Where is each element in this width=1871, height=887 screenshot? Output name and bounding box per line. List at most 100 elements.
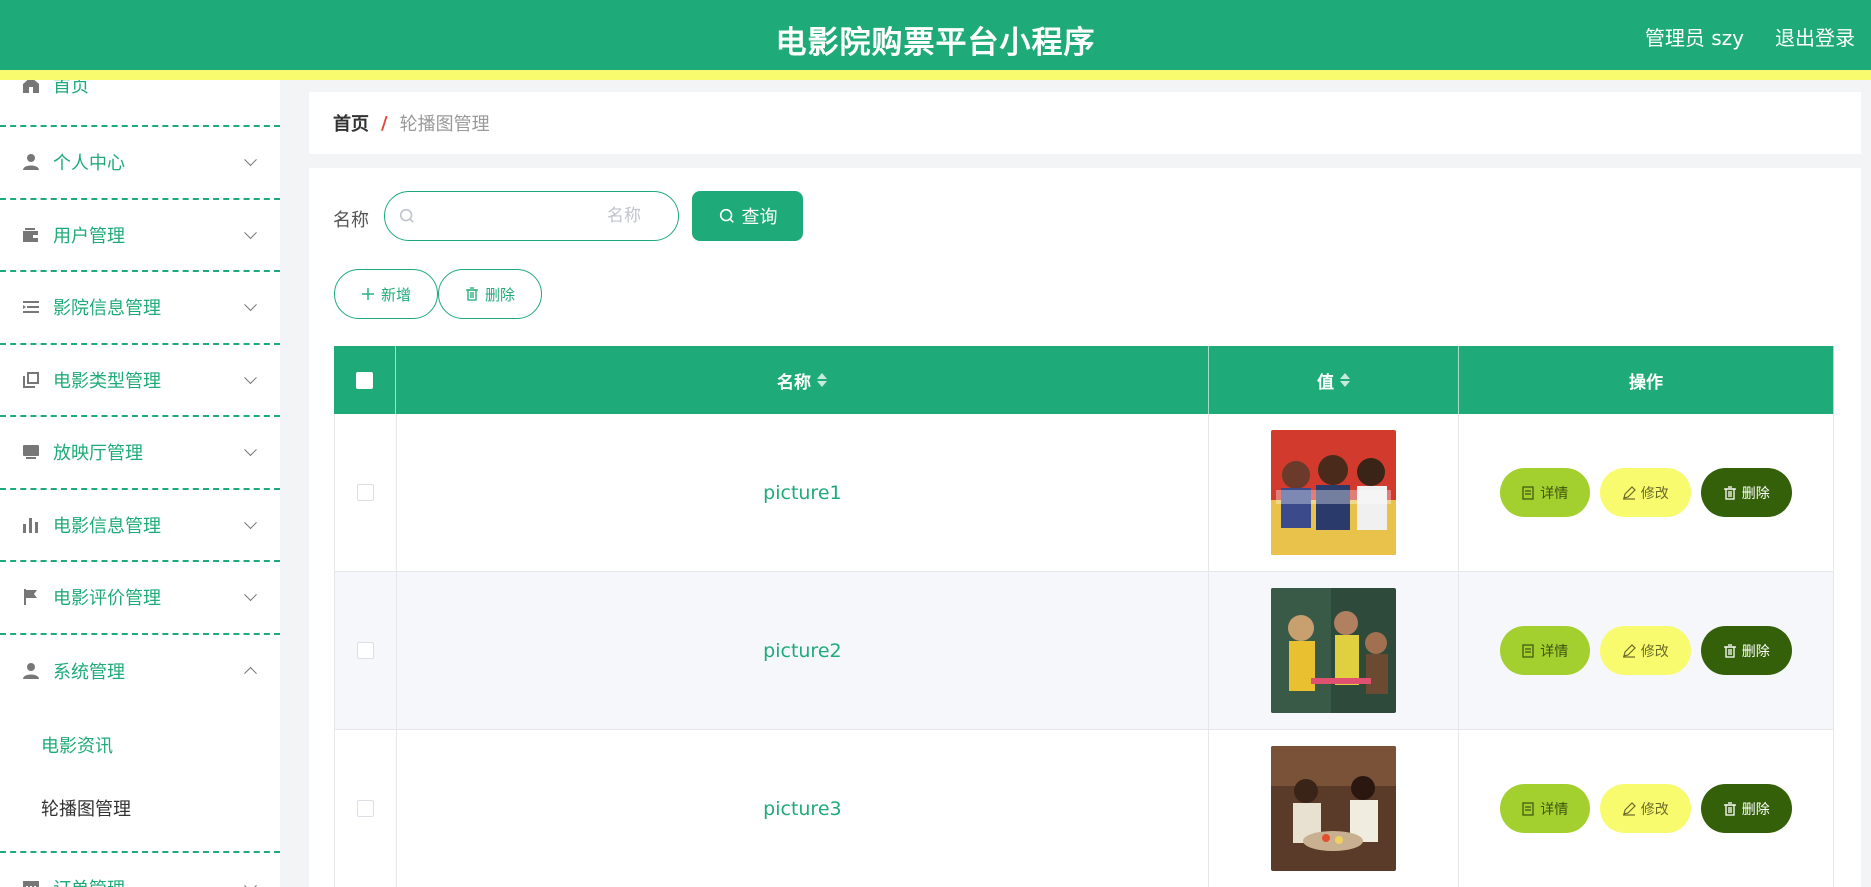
actions-cell: 详情 修改 删除 [1459,730,1834,887]
main-content: 名称 查询 新增 删除 名称 值 操作 [309,168,1861,887]
select-all-checkbox[interactable] [356,371,373,389]
trash-icon [1723,643,1736,658]
pencil-icon [1622,801,1636,816]
name-cell: picture2 [397,572,1209,729]
column-header-name[interactable]: 名称 [396,346,1209,414]
app-title: 电影院购票平台小程序 [775,25,1096,61]
copy-icon [21,370,41,390]
actions-cell: 详情 修改 删除 [1459,572,1834,729]
actions-cell: 详情 修改 删除 [1459,414,1834,571]
chevron-down-icon [244,879,257,887]
carousel-thumbnail[interactable] [1270,430,1396,555]
sidebar-item-label: 订单管理 [53,875,125,887]
chevron-down-icon [244,371,257,384]
column-header-label: 操作 [1629,372,1663,393]
sidebar-item-label: 用户管理 [53,225,125,247]
select-all-cell [334,346,396,414]
search-box[interactable] [384,191,679,241]
sidebar-subitem-carousel[interactable]: 轮播图管理 [0,778,280,841]
sidebar-item-label: 影院信息管理 [53,298,161,320]
column-header-value[interactable]: 值 [1209,346,1459,414]
sidebar-item-label: 系统管理 [53,661,125,683]
row-select-cell [335,414,397,571]
value-cell [1209,572,1459,729]
carousel-table: 名称 值 操作 picture1 详情 修改 删除 picture2 详情 修改… [334,346,1834,887]
delete-button-label: 删除 [1741,485,1770,502]
current-user: 管理员 szy [1644,26,1744,50]
sidebar-item-orders[interactable]: 订单管理 [0,853,280,887]
edit-button[interactable]: 修改 [1599,784,1691,833]
header-stripe [0,70,1871,80]
chevron-up-icon [244,666,257,680]
detail-button[interactable]: 详情 [1499,626,1590,675]
person-icon [21,152,41,172]
trash-icon [465,287,478,301]
table-row: picture2 详情 修改 删除 [334,572,1834,730]
breadcrumb: 首页 / 轮播图管理 [309,92,1861,154]
sidebar-subitem-movie-news[interactable]: 电影资讯 [0,715,280,778]
edit-button[interactable]: 修改 [1599,626,1691,675]
sidebar-item-label: 电影类型管理 [53,370,161,392]
batch-delete-button[interactable]: 删除 [438,269,542,319]
row-checkbox[interactable] [356,484,374,501]
search-icon [719,208,734,223]
sort-icon [1340,373,1350,387]
column-header-actions: 操作 [1459,346,1834,414]
delete-button[interactable]: 删除 [1700,468,1792,517]
delete-button[interactable]: 删除 [1700,784,1792,833]
batch-delete-label: 删除 [484,285,515,304]
query-button-label: 查询 [741,207,778,228]
search-input[interactable] [416,192,678,240]
edit-button[interactable]: 修改 [1599,468,1691,517]
sidebar-item-users[interactable]: 用户管理 [0,200,280,272]
sidebar-item-movie-types[interactable]: 电影类型管理 [0,345,280,417]
trash-icon [1723,801,1736,816]
sidebar-item-cinema-info[interactable]: 影院信息管理 [0,272,280,345]
value-cell [1209,414,1459,571]
table-header: 名称 值 操作 [334,346,1834,414]
column-header-label: 值 [1317,372,1334,393]
sidebar-item-movie-reviews[interactable]: 电影评价管理 [0,562,280,635]
sidebar-item-movie-info[interactable]: 电影信息管理 [0,490,280,562]
row-checkbox[interactable] [356,642,374,659]
sidebar-item-system[interactable]: 系统管理 [0,635,280,708]
wallet-icon [21,225,41,245]
list-icon [21,297,41,317]
monitor-icon [21,442,41,462]
sidebar-item-label: 首页 [53,80,89,97]
flag-icon [21,587,41,607]
sidebar-item-personal-center[interactable]: 个人中心 [0,127,280,200]
chevron-down-icon [244,443,257,457]
query-button[interactable]: 查询 [692,191,803,241]
document-icon [1522,643,1534,658]
edit-button-label: 修改 [1640,801,1669,818]
sidebar-item-halls[interactable]: 放映厅管理 [0,417,280,490]
chevron-down-icon [244,588,257,602]
delete-button-label: 删除 [1741,801,1770,818]
sidebar-item-home[interactable]: 首页 [0,80,280,127]
sidebar-item-label: 个人中心 [53,153,125,175]
carousel-thumbnail[interactable] [1270,588,1396,713]
logout-link[interactable]: 退出登录 [1775,22,1855,51]
sort-icon [817,373,827,387]
row-select-cell [335,730,397,887]
delete-button-label: 删除 [1741,643,1770,660]
person-icon [21,661,41,681]
detail-button[interactable]: 详情 [1499,784,1590,833]
home-icon [21,80,41,95]
top-header: 电影院购票平台小程序 管理员 szy 退出登录 [0,0,1871,80]
add-button[interactable]: 新增 [334,269,438,319]
value-cell [1209,730,1459,887]
bar-chart-icon [21,515,41,535]
detail-button[interactable]: 详情 [1499,468,1590,517]
carousel-thumbnail[interactable] [1270,746,1396,871]
edit-button-label: 修改 [1640,643,1669,660]
breadcrumb-home[interactable]: 首页 [333,110,369,136]
row-checkbox[interactable] [356,800,374,817]
system-submenu: 电影资讯 轮播图管理 [0,707,280,853]
row-select-cell [335,572,397,729]
delete-button[interactable]: 删除 [1700,626,1792,675]
picture-name: picture3 [763,797,842,820]
pencil-icon [1622,643,1636,658]
name-cell: picture3 [397,730,1209,887]
